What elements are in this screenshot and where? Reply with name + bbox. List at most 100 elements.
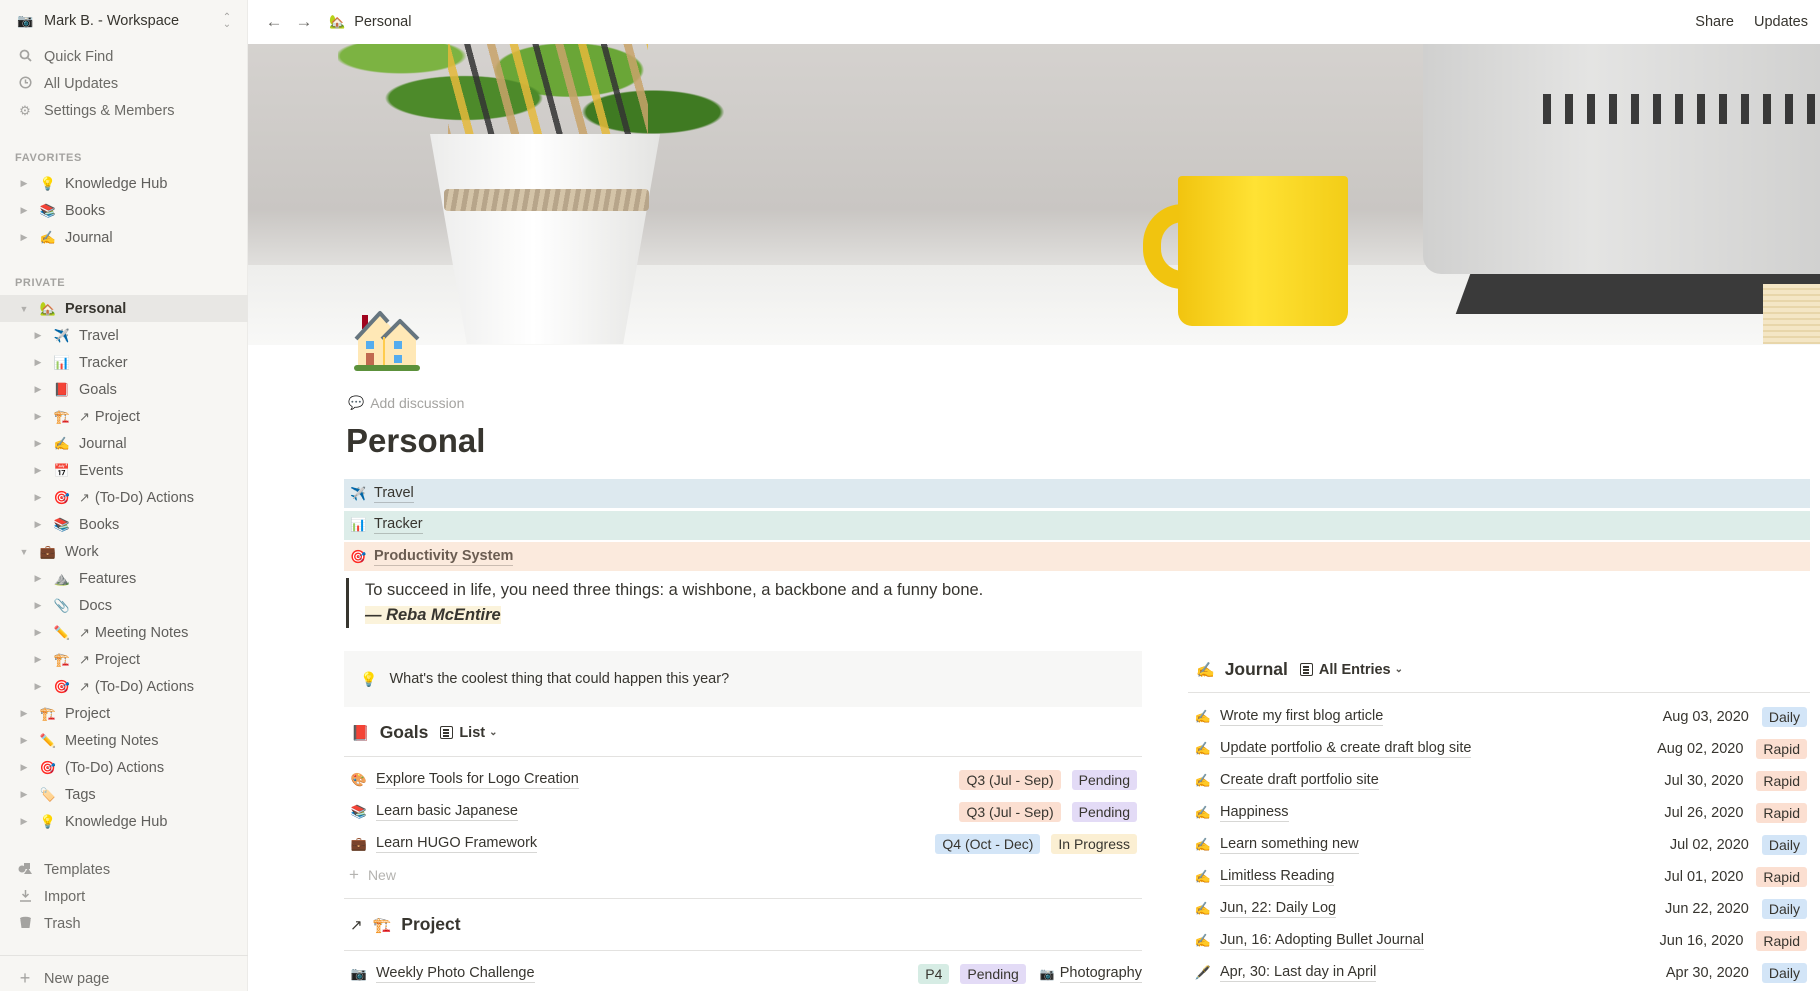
goal-row[interactable]: 📚 Learn basic Japanese Q3 (Jul - Sep) Pendi… <box>344 796 1142 827</box>
sidebar-item-to-do-actions[interactable]: ▶ 🎯 (To-Do) Actions <box>0 754 248 781</box>
sidebar-favorite-books[interactable]: ▶ 📚 Books <box>0 197 248 224</box>
sidebar-item-tracker[interactable]: ▶ 📊 Tracker <box>0 349 248 376</box>
house-icon[interactable] <box>350 305 422 377</box>
expand-toggle-icon[interactable]: ▶ <box>33 384 43 395</box>
journal-row[interactable]: ✍️ Jun, 22: Daily Log Jun 22, 2020 Daily <box>1188 893 1810 924</box>
sidebar-item-goals[interactable]: ▶ 📕 Goals <box>0 376 248 403</box>
quick-find[interactable]: Quick Find <box>0 43 248 70</box>
relation-link[interactable]: 📷 Photography <box>1040 965 1142 983</box>
journal-row[interactable]: ✍️ Jun, 16: Adopting Bullet Journal Jun 16… <box>1188 925 1810 956</box>
project-title[interactable]: Weekly Photo Challenge <box>376 965 535 983</box>
breadcrumb-personal[interactable]: 🏡 Personal <box>329 14 411 30</box>
journal-row[interactable]: ✍️ Update portfolio & create draft blog s… <box>1188 733 1810 764</box>
expand-toggle-icon[interactable]: ▶ <box>33 654 43 665</box>
sidebar-item-to-do-actions[interactable]: ▶ 🎯 ↗ (To-Do) Actions <box>0 484 248 511</box>
updates-button[interactable]: Updates <box>1754 14 1808 30</box>
sidebar-item-personal[interactable]: ▼ 🏡 Personal <box>0 295 248 322</box>
expand-toggle-icon[interactable]: ▶ <box>33 465 43 476</box>
switch-chevrons-icon[interactable]: ⌃ ⌄ <box>220 13 234 30</box>
expand-toggle-icon[interactable]: ▶ <box>33 573 43 584</box>
goal-row[interactable]: 💼 Learn HUGO Framework Q4 (Oct - Dec) In Pr… <box>344 828 1142 859</box>
new-page-button[interactable]: + New page <box>0 965 248 991</box>
journal-entry-title[interactable]: Wrote my first blog article <box>1220 708 1384 726</box>
expand-toggle-icon[interactable]: ▶ <box>33 627 43 638</box>
journal-title[interactable]: Journal <box>1225 659 1288 680</box>
sidebar-item-project[interactable]: ▶ 🏗️ Project <box>0 700 248 727</box>
journal-entry-title[interactable]: Jun, 16: Adopting Bullet Journal <box>1220 932 1424 950</box>
sidebar-item-books[interactable]: ▶ 📚 Books <box>0 511 248 538</box>
expand-toggle-icon[interactable]: ▶ <box>33 357 43 368</box>
expand-toggle-icon[interactable]: ▶ <box>19 708 29 719</box>
sidebar-item-docs[interactable]: ▶ 📎 Docs <box>0 592 248 619</box>
goal-title[interactable]: Learn HUGO Framework <box>376 835 538 853</box>
expand-toggle-icon[interactable]: ▶ <box>33 492 43 503</box>
goal-title[interactable]: Explore Tools for Logo Creation <box>376 771 579 789</box>
collapse-toggle-icon[interactable]: ▼ <box>19 304 29 314</box>
sidebar-item-features[interactable]: ▶ ⛰️ Features <box>0 565 248 592</box>
journal-view-selector[interactable]: All Entries ⌄ <box>1299 662 1403 678</box>
project-row[interactable]: 📷 Weekly Photo Challenge P4 Pending 📷 Photogr… <box>344 958 1142 989</box>
expand-toggle-icon[interactable]: ▶ <box>19 205 29 216</box>
collapse-toggle-icon[interactable]: ▼ <box>19 547 29 557</box>
expand-toggle-icon[interactable]: ▶ <box>19 762 29 773</box>
journal-row[interactable]: ✍️ Limitless Reading Jul 01, 2020 Rapid <box>1188 861 1810 892</box>
sidebar-item-meeting-notes[interactable]: ▶ ✏️ Meeting Notes <box>0 727 248 754</box>
sidebar-favorite-journal[interactable]: ▶ ✍️ Journal <box>0 224 248 251</box>
expand-toggle-icon[interactable]: ▶ <box>19 735 29 746</box>
expand-toggle-icon[interactable]: ▶ <box>33 411 43 422</box>
sidebar-item-knowledge-hub[interactable]: ▶ 💡 Knowledge Hub <box>0 808 248 835</box>
journal-entry-title[interactable]: Jun, 22: Daily Log <box>1220 900 1337 918</box>
expand-toggle-icon[interactable]: ▶ <box>33 519 43 530</box>
sidebar-item-to-do-actions[interactable]: ▶ 🎯 ↗ (To-Do) Actions <box>0 673 248 700</box>
sidebar-item-work[interactable]: ▼ 💼 Work <box>0 538 248 565</box>
page-link-productivity-system[interactable]: 🎯 Productivity System <box>344 542 1810 571</box>
templates[interactable]: Templates <box>0 856 248 883</box>
journal-entry-title[interactable]: Limitless Reading <box>1220 868 1335 886</box>
journal-entry-title[interactable]: Learn something new <box>1220 836 1359 854</box>
forward-arrow-icon[interactable]: → <box>293 12 315 32</box>
workspace-switcher[interactable]: 📷 Mark B. - Workspace ⌃ ⌄ <box>0 0 248 42</box>
expand-toggle-icon[interactable]: ▶ <box>33 438 43 449</box>
sidebar-item-travel[interactable]: ▶ ✈️ Travel <box>0 322 248 349</box>
journal-entry-title[interactable]: Happiness <box>1220 804 1289 822</box>
expand-toggle-icon[interactable]: ▶ <box>19 232 29 243</box>
goals-title[interactable]: Goals <box>380 722 429 743</box>
sidebar-item-project[interactable]: ▶ 🏗️ ↗ Project <box>0 403 248 430</box>
page-link-tracker[interactable]: 📊 Tracker <box>344 510 1810 540</box>
goal-row[interactable]: 🎨 Explore Tools for Logo Creation Q3 (Jul … <box>344 764 1142 795</box>
goals-view-selector[interactable]: List ⌄ <box>440 725 498 741</box>
sidebar-item-project[interactable]: ▶ 🏗️ ↗ Project <box>0 646 248 673</box>
journal-row[interactable]: ✍️ Wrote my first blog article Aug 03, 202… <box>1188 701 1810 732</box>
expand-toggle-icon[interactable]: ▶ <box>33 330 43 341</box>
journal-row[interactable]: ✍️ Create draft portfolio site Jul 30, 202… <box>1188 765 1810 796</box>
journal-row[interactable]: 🖋️ Apr, 30: Last day in April Apr 30, 2020… <box>1188 957 1810 988</box>
add-discussion-button[interactable]: 💬 Add discussion <box>348 395 464 411</box>
all-updates[interactable]: All Updates <box>0 70 248 97</box>
goals-new-button[interactable]: + New <box>344 862 396 888</box>
settings-members[interactable]: ⚙ Settings & Members <box>0 97 248 124</box>
page-link-travel[interactable]: ✈️ Travel <box>344 479 1810 508</box>
project-title[interactable]: Project <box>401 914 460 935</box>
journal-entry-title[interactable]: Update portfolio & create draft blog sit… <box>1220 740 1472 758</box>
trash[interactable]: Trash <box>0 910 248 937</box>
journal-row[interactable]: ✍️ Happiness Jul 26, 2020 Rapid <box>1188 797 1810 828</box>
import[interactable]: Import <box>0 883 248 910</box>
sidebar-item-events[interactable]: ▶ 📅 Events <box>0 457 248 484</box>
journal-row[interactable]: ✍️ Learn something new Jul 02, 2020 Daily <box>1188 829 1810 860</box>
sidebar-favorite-knowledge-hub[interactable]: ▶ 💡 Knowledge Hub <box>0 170 248 197</box>
journal-entry-title[interactable]: Apr, 30: Last day in April <box>1220 964 1377 982</box>
expand-toggle-icon[interactable]: ▶ <box>19 178 29 189</box>
expand-toggle-icon[interactable]: ▶ <box>33 681 43 692</box>
expand-toggle-icon[interactable]: ▶ <box>19 816 29 827</box>
sidebar-item-tags[interactable]: ▶ 🏷️ Tags <box>0 781 248 808</box>
share-button[interactable]: Share <box>1695 14 1734 30</box>
expand-toggle-icon[interactable]: ▶ <box>19 789 29 800</box>
page-emoji-icon: 📊 <box>53 354 71 370</box>
journal-entry-title[interactable]: Create draft portfolio site <box>1220 772 1379 790</box>
journal-header: ✍️ Journal All Entries ⌄ <box>1196 659 1403 680</box>
goal-title[interactable]: Learn basic Japanese <box>376 803 518 821</box>
back-arrow-icon[interactable]: ← <box>263 12 285 32</box>
sidebar-item-meeting-notes[interactable]: ▶ ✏️ ↗ Meeting Notes <box>0 619 248 646</box>
expand-toggle-icon[interactable]: ▶ <box>33 600 43 611</box>
sidebar-item-journal[interactable]: ▶ ✍️ Journal <box>0 430 248 457</box>
